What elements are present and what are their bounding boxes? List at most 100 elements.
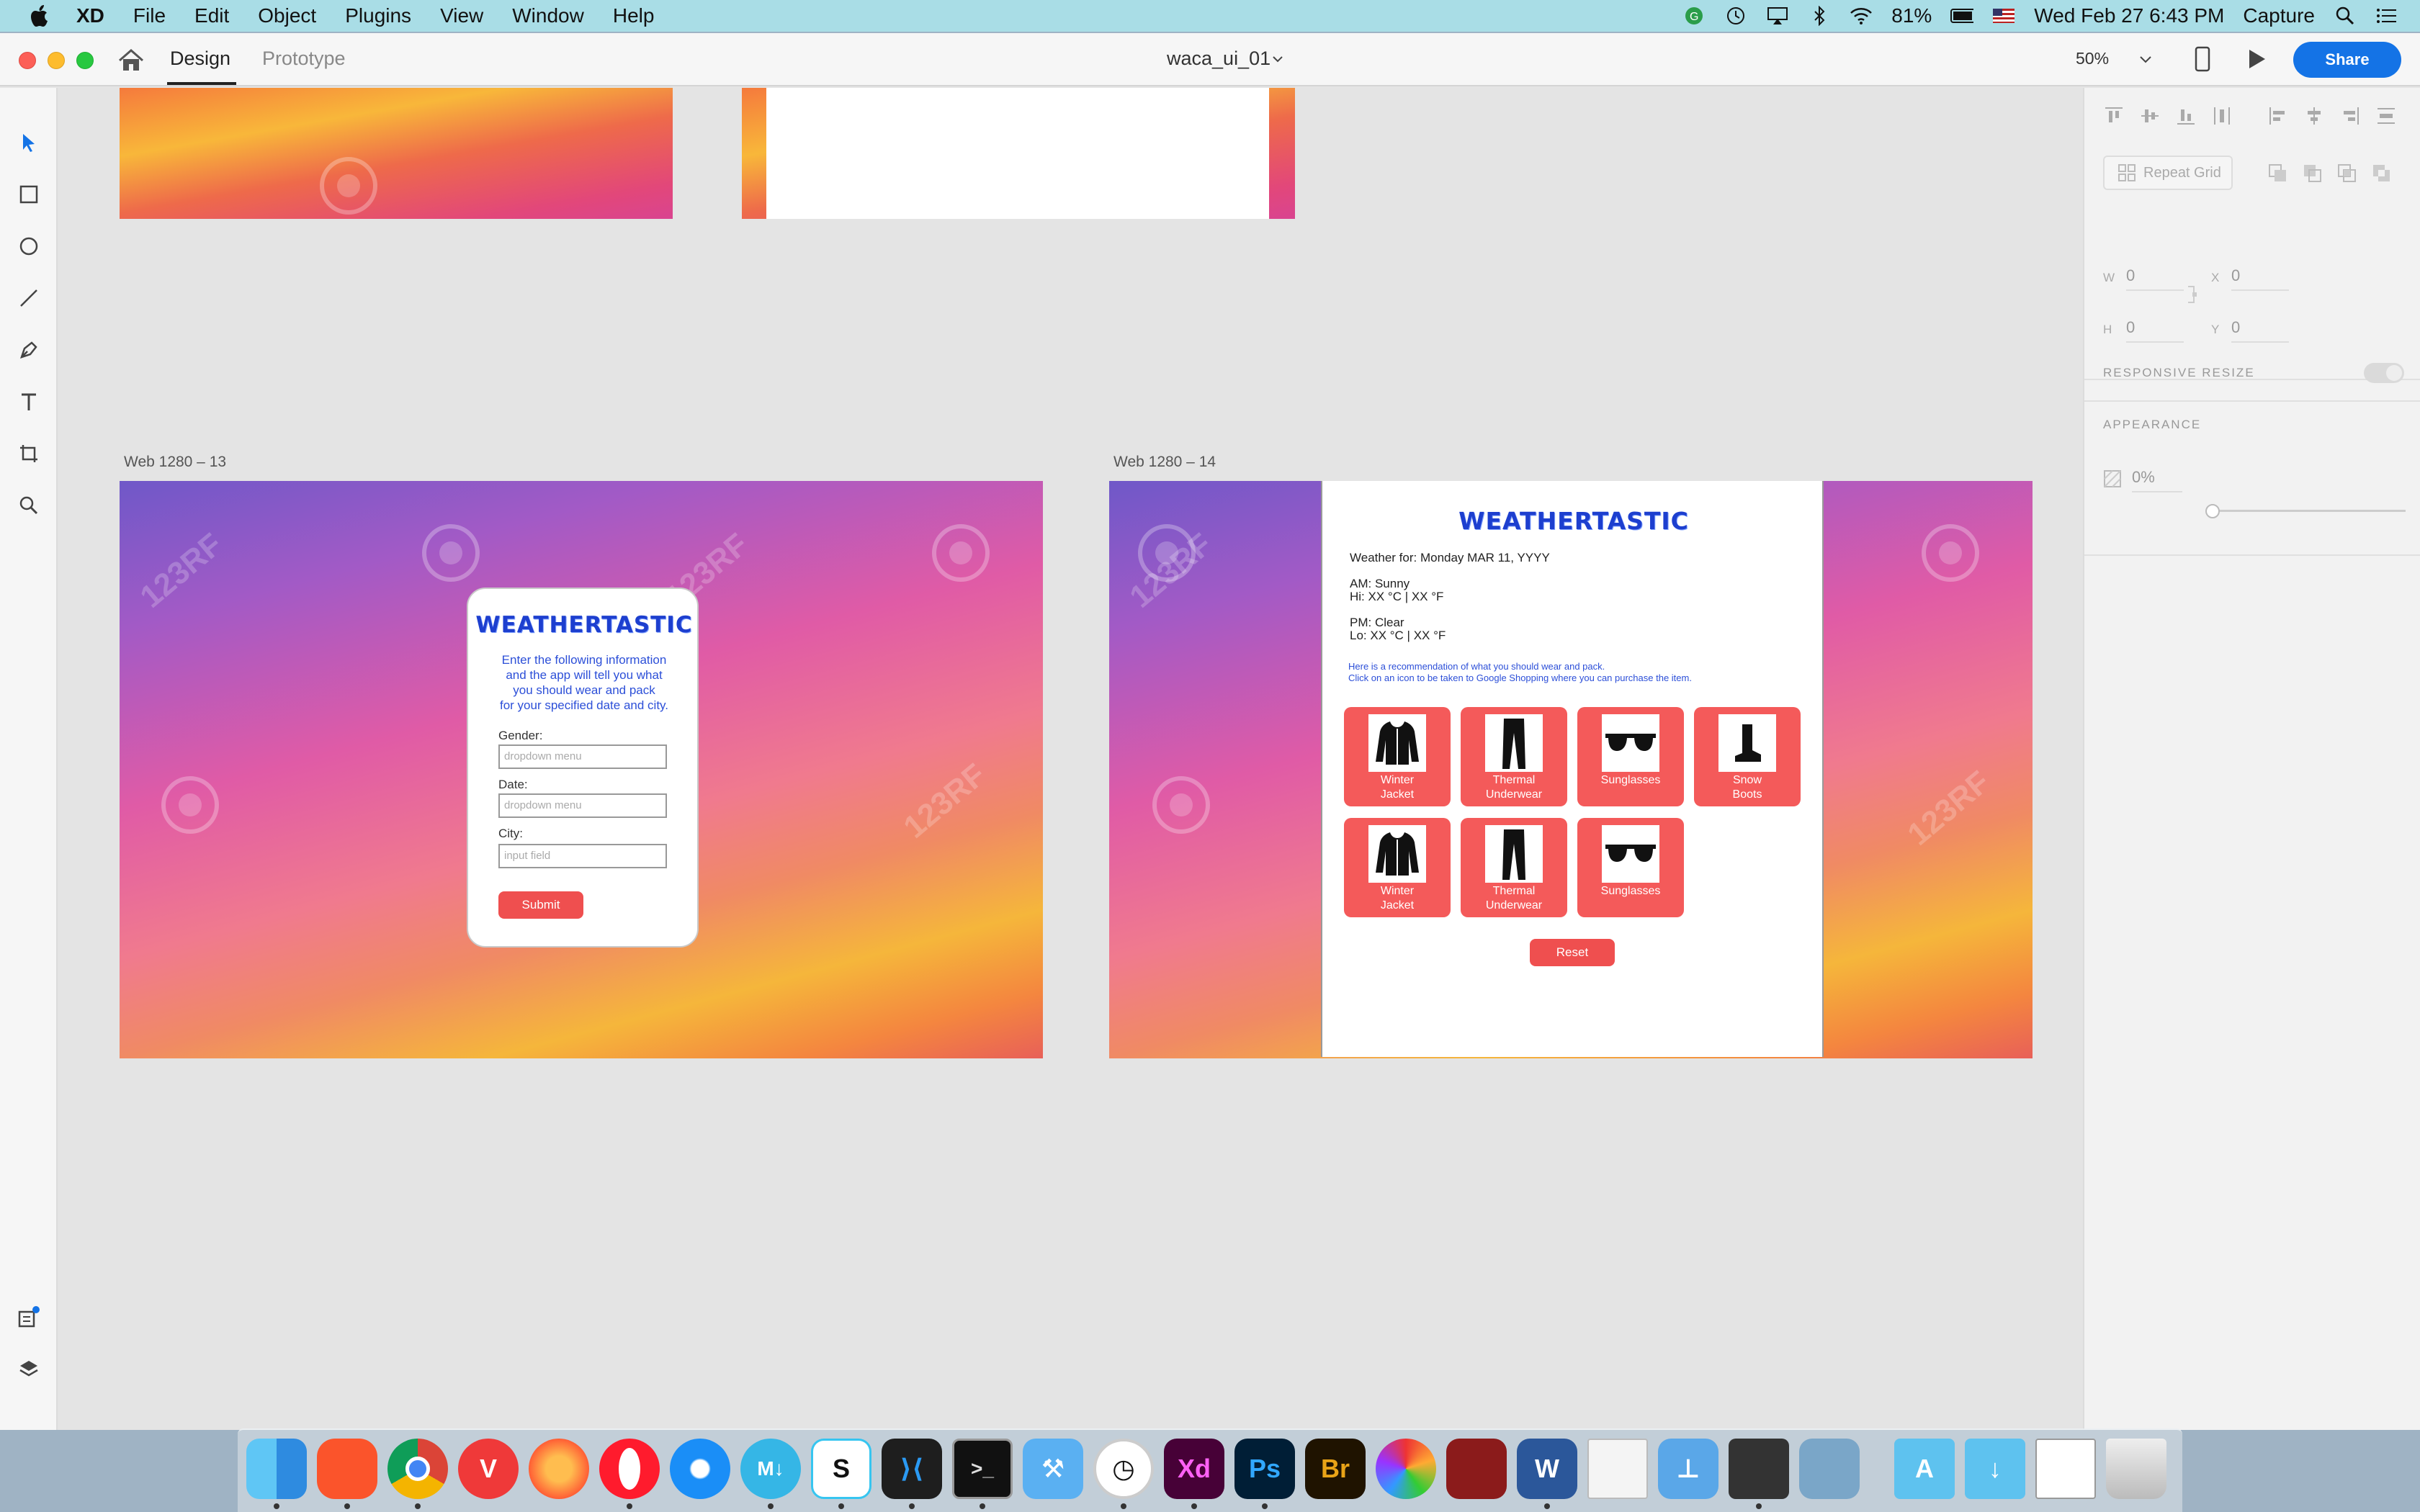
date-dropdown[interactable]: dropdown menu xyxy=(498,793,667,818)
select-tool-icon[interactable] xyxy=(16,130,42,156)
layers-panel-icon[interactable] xyxy=(16,1356,42,1382)
x-field[interactable]: 0 xyxy=(2231,266,2289,291)
photoshop-icon[interactable]: Ps xyxy=(1234,1439,1295,1499)
assets-panel-icon[interactable] xyxy=(16,1305,42,1331)
chevron-down-icon[interactable] xyxy=(2139,55,2152,65)
align-middle-icon[interactable] xyxy=(2139,105,2161,127)
boolean-subtract-icon[interactable] xyxy=(2302,163,2323,184)
align-left-icon[interactable] xyxy=(2267,105,2289,127)
menu-object[interactable]: Object xyxy=(258,4,316,27)
window-zoom-button[interactable] xyxy=(76,52,94,69)
menu-window[interactable]: Window xyxy=(512,4,584,27)
tab-design[interactable]: Design xyxy=(170,48,230,70)
opacity-slider[interactable] xyxy=(2211,510,2406,512)
tab-prototype[interactable]: Prototype xyxy=(262,48,346,70)
artboard-web-1280-14[interactable]: 123RF 123RF WEATHERTASTIC Weather for: M… xyxy=(1109,481,2033,1058)
vscode-icon[interactable]: ⟩⟨ xyxy=(882,1439,942,1499)
bluetooth-icon[interactable] xyxy=(1808,6,1831,26)
chevron-down-icon[interactable] xyxy=(1272,53,1283,65)
color-picker-icon[interactable] xyxy=(1376,1439,1436,1499)
adobe-xd-icon[interactable]: Xd xyxy=(1164,1439,1224,1499)
responsive-resize-toggle[interactable] xyxy=(2364,363,2404,383)
downloads-folder-icon[interactable]: ↓ xyxy=(1965,1439,2025,1499)
word-icon[interactable]: W xyxy=(1517,1439,1577,1499)
item-snow-boots[interactable]: Snow Boots xyxy=(1694,707,1801,806)
menu-plugins[interactable]: Plugins xyxy=(345,4,411,27)
safari-icon[interactable] xyxy=(670,1439,730,1499)
width-field[interactable]: 0 xyxy=(2126,266,2184,291)
repeat-grid-button[interactable]: Repeat Grid xyxy=(2103,156,2233,190)
battery-icon[interactable] xyxy=(1950,6,1974,26)
spotlight-icon[interactable] xyxy=(2334,6,2357,26)
menu-edit[interactable]: Edit xyxy=(194,4,229,27)
play-icon[interactable] xyxy=(2246,48,2267,71)
wifi-icon[interactable] xyxy=(1850,6,1873,26)
firefox-icon[interactable] xyxy=(529,1439,589,1499)
artboard-tool-icon[interactable] xyxy=(16,441,42,467)
artboard-web-1280-13[interactable]: 123RF 123RF 123RF WEATHERTASTIC Enter th… xyxy=(120,481,1043,1058)
item-winter-jacket[interactable]: Winter Jacket xyxy=(1344,707,1451,806)
align-top-icon[interactable] xyxy=(2103,105,2125,127)
preview-icon[interactable] xyxy=(1799,1439,1860,1499)
device-preview-icon[interactable] xyxy=(2194,46,2211,72)
artboard-partial-left[interactable] xyxy=(120,88,673,219)
trash-icon[interactable] xyxy=(2106,1439,2166,1499)
artboard-label-13[interactable]: Web 1280 – 13 xyxy=(124,454,226,471)
airplay-icon[interactable] xyxy=(1766,6,1789,26)
time-machine-icon[interactable] xyxy=(1724,6,1747,26)
item-sunglasses[interactable]: Sunglasses xyxy=(1577,707,1684,806)
text-tool-icon[interactable] xyxy=(16,389,42,415)
item-winter-jacket[interactable]: Winter Jacket xyxy=(1344,818,1451,917)
markdown-icon[interactable]: M↓ xyxy=(740,1439,801,1499)
us-flag-icon[interactable] xyxy=(1992,6,2015,26)
boolean-intersect-icon[interactable] xyxy=(2336,163,2358,184)
rectangle-tool-icon[interactable] xyxy=(16,181,42,207)
brave-icon[interactable] xyxy=(317,1439,377,1499)
item-thermal-underwear[interactable]: Thermal Underwear xyxy=(1461,818,1567,917)
grammarly-icon[interactable]: G xyxy=(1682,6,1706,26)
keynote-icon[interactable]: ⊥ xyxy=(1658,1439,1718,1499)
menu-view[interactable]: View xyxy=(440,4,483,27)
window-close-button[interactable] xyxy=(19,52,36,69)
distribute-horizontal-icon[interactable] xyxy=(2375,105,2397,127)
align-center-icon[interactable] xyxy=(2303,105,2325,127)
apple-icon[interactable] xyxy=(26,4,55,27)
applications-folder-icon[interactable]: A xyxy=(1894,1439,1955,1499)
menu-file[interactable]: File xyxy=(133,4,166,27)
home-icon[interactable] xyxy=(117,48,145,73)
clock[interactable]: Wed Feb 27 6:43 PM xyxy=(2034,4,2224,27)
notes-icon[interactable] xyxy=(1587,1439,1648,1499)
share-button[interactable]: Share xyxy=(2293,42,2401,78)
align-bottom-icon[interactable] xyxy=(2175,105,2197,127)
window-minimize-button[interactable] xyxy=(48,52,65,69)
boolean-add-icon[interactable] xyxy=(2267,163,2289,184)
reset-button[interactable]: Reset xyxy=(1530,939,1615,966)
ellipse-tool-icon[interactable] xyxy=(16,233,42,259)
zoom-level[interactable]: 50% xyxy=(2076,49,2109,68)
submit-button[interactable]: Submit xyxy=(498,891,583,919)
artboard-label-14[interactable]: Web 1280 – 14 xyxy=(1113,454,1216,471)
menu-help[interactable]: Help xyxy=(613,4,655,27)
clock-app-icon[interactable]: ◷ xyxy=(1093,1439,1154,1499)
vivaldi-icon[interactable]: V xyxy=(458,1439,519,1499)
finder-icon[interactable] xyxy=(246,1439,307,1499)
opacity-slider-knob[interactable] xyxy=(2205,504,2220,518)
calculator-icon[interactable] xyxy=(1729,1439,1789,1499)
height-field[interactable]: 0 xyxy=(2126,318,2184,343)
document-title[interactable]: waca_ui_01 xyxy=(1167,48,1270,70)
notification-center-icon[interactable] xyxy=(2375,6,2398,26)
bridge-icon[interactable]: Br xyxy=(1305,1439,1366,1499)
lock-aspect-icon[interactable] xyxy=(2185,284,2200,305)
align-right-icon[interactable] xyxy=(2339,105,2361,127)
terminal-icon[interactable]: >_ xyxy=(952,1439,1013,1499)
gender-dropdown[interactable]: dropdown menu xyxy=(498,744,667,769)
city-input[interactable]: input field xyxy=(498,844,667,868)
item-sunglasses[interactable]: Sunglasses xyxy=(1577,818,1684,917)
photo-booth-icon[interactable] xyxy=(1446,1439,1507,1499)
opacity-field[interactable]: 0% xyxy=(2132,468,2182,492)
document-stack-icon[interactable] xyxy=(2035,1439,2096,1499)
boolean-exclude-icon[interactable] xyxy=(2371,163,2393,184)
chrome-icon[interactable] xyxy=(387,1439,448,1499)
opera-icon[interactable] xyxy=(599,1439,660,1499)
canvas[interactable]: Web 1280 – 13 123RF 123RF 123RF WEATHERT… xyxy=(59,88,2083,1430)
